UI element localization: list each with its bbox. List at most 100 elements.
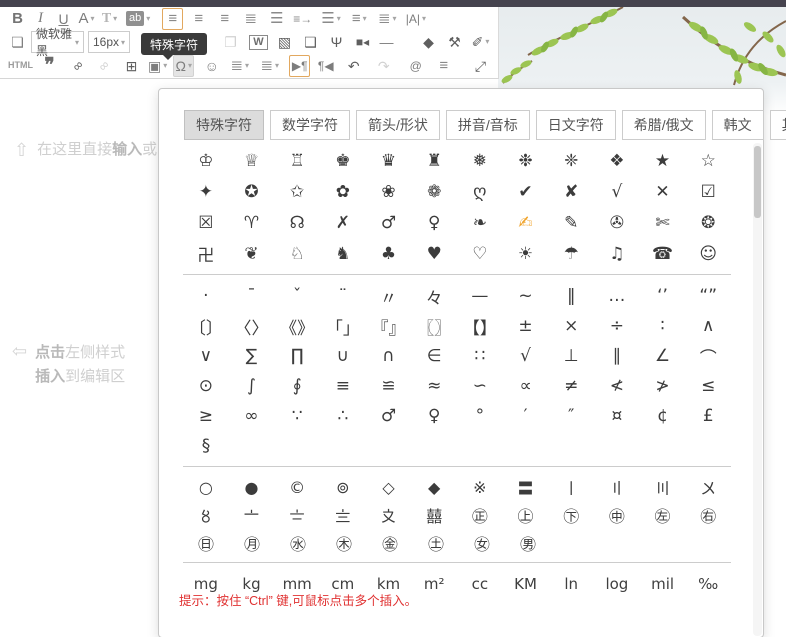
font-family-select[interactable]: 微软雅黑▾ — [31, 31, 84, 53]
char-cell[interactable]: ㊦ — [548, 501, 594, 529]
font-color-button[interactable]: A▾ — [76, 8, 97, 30]
char-cell[interactable]: ♜ — [411, 145, 457, 176]
bold-button[interactable]: B — [7, 8, 28, 30]
char-cell[interactable]: ln — [548, 569, 594, 593]
char-cell[interactable]: ㊧ — [640, 501, 686, 529]
word-import-button[interactable]: W — [248, 31, 269, 53]
char-cell[interactable]: × — [548, 311, 594, 341]
list-style-button[interactable]: ≣▾ — [377, 8, 398, 30]
char-cell[interactable]: 《》 — [274, 311, 320, 341]
char-cell[interactable]: ● — [229, 473, 275, 501]
paragraph-spacing-button[interactable]: ≡▾ — [349, 8, 370, 30]
char-cell[interactable]: ❦ — [229, 238, 275, 269]
char-cell[interactable]: ◇ — [366, 473, 412, 501]
char-cell[interactable]: ✇ — [594, 207, 640, 238]
char-cell[interactable]: ∮ — [274, 371, 320, 401]
char-cell[interactable]: ❧ — [457, 207, 503, 238]
char-cell[interactable]: ∪ — [320, 341, 366, 371]
char-cell[interactable]: ± — [503, 311, 549, 341]
char-cell[interactable]: ㊤ — [503, 501, 549, 529]
char-cell[interactable]: 〨 — [320, 501, 366, 529]
char-cell[interactable]: ∞ — [229, 401, 275, 431]
char-cell[interactable]: ㊛ — [459, 529, 505, 557]
char-cell[interactable]: mil — [640, 569, 686, 593]
paste-button[interactable]: ❐ — [220, 31, 241, 53]
char-cell[interactable]: 〢 — [594, 473, 640, 501]
char-cell[interactable]: ∑ — [229, 341, 275, 371]
summary-button[interactable]: ≡ — [433, 55, 454, 77]
char-cell[interactable]: 〦 — [229, 501, 275, 529]
char-cell[interactable]: ∷ — [457, 341, 503, 371]
text-style-button[interactable]: T▾ — [99, 8, 120, 30]
source-code-button[interactable]: HTML — [7, 55, 34, 77]
char-cell[interactable]: √ — [503, 341, 549, 371]
char-cell[interactable]: 〣 — [640, 473, 686, 501]
char-cell[interactable]: “” — [685, 281, 731, 311]
enter-tag-button[interactable]: ▶¶ — [289, 55, 310, 77]
fullscreen-button[interactable]: ⤢ — [470, 55, 491, 77]
char-cell[interactable]: ☆ — [685, 145, 731, 176]
align-right-button[interactable]: ≡ — [214, 8, 235, 30]
unlink-button[interactable]: ∞ — [93, 55, 114, 77]
char-cell[interactable]: ❀ — [366, 176, 412, 207]
char-cell[interactable]: ❅ — [457, 145, 503, 176]
char-cell[interactable]: ∝ — [503, 371, 549, 401]
char-cell[interactable]: · — [183, 281, 229, 311]
char-cell[interactable]: ‰ — [685, 569, 731, 593]
char-cell[interactable]: ✿ — [320, 176, 366, 207]
ordered-list-button[interactable]: ≣▾ — [259, 55, 280, 77]
char-cell[interactable]: ㊨ — [685, 501, 731, 529]
table-button[interactable]: ⊞ — [121, 55, 142, 77]
char-cell[interactable]: ☂ — [548, 238, 594, 269]
dialog-tab-数学字符[interactable]: 数学字符 — [270, 110, 350, 140]
image-button[interactable]: ▧ — [274, 31, 295, 53]
char-cell[interactable]: ❁ — [411, 176, 457, 207]
char-cell[interactable]: ㊊ — [229, 529, 275, 557]
char-cell[interactable]: 〤 — [685, 473, 731, 501]
char-cell[interactable]: 〩 — [366, 501, 412, 529]
char-cell[interactable]: ∥ — [594, 341, 640, 371]
char-cell[interactable]: cc — [457, 569, 503, 593]
char-cell[interactable]: ≌ — [366, 371, 412, 401]
undo-button[interactable]: ↶ — [343, 55, 364, 77]
char-cell[interactable]: ❂ — [685, 207, 731, 238]
char-cell[interactable]: ∶ — [640, 311, 686, 341]
char-cell[interactable]: 〡 — [548, 473, 594, 501]
char-cell[interactable]: ❉ — [503, 145, 549, 176]
emoji-button[interactable]: ☺ — [201, 55, 222, 77]
char-cell[interactable]: m² — [411, 569, 457, 593]
char-cell[interactable]: ∧ — [685, 311, 731, 341]
char-cell[interactable]: ✩ — [274, 176, 320, 207]
char-cell[interactable]: 〓 — [503, 473, 549, 501]
char-cell[interactable]: ㊍ — [321, 529, 367, 557]
char-cell[interactable]: ♘ — [274, 238, 320, 269]
char-cell[interactable]: ♂ — [366, 207, 412, 238]
redo-button[interactable]: ↷ — [373, 55, 394, 77]
char-cell[interactable]: ♫ — [594, 238, 640, 269]
char-cell[interactable]: 「」 — [320, 311, 366, 341]
char-cell[interactable]: ∠ — [640, 341, 686, 371]
char-cell[interactable]: ♛ — [366, 145, 412, 176]
char-cell[interactable]: ♞ — [320, 238, 366, 269]
char-cell[interactable]: 々 — [411, 281, 457, 311]
video-button[interactable]: ■◂ — [352, 31, 373, 53]
char-cell[interactable]: ㊚ — [505, 529, 551, 557]
char-cell[interactable]: ≈ — [411, 371, 457, 401]
char-cell[interactable]: ‖ — [548, 281, 594, 311]
new-document-button[interactable]: ❏ — [7, 31, 28, 53]
char-cell[interactable]: … — [594, 281, 640, 311]
indent-button[interactable]: ≡→ — [292, 8, 313, 30]
format-brush-button[interactable]: ⚒ — [444, 31, 465, 53]
char-cell[interactable]: ✦ — [183, 176, 229, 207]
char-cell[interactable]: ㊏ — [413, 529, 459, 557]
char-cell[interactable]: ◆ — [411, 473, 457, 501]
char-cell[interactable]: ≯ — [640, 371, 686, 401]
dialog-tab-日文字符[interactable]: 日文字符 — [536, 110, 616, 140]
align-left-button[interactable]: ≡ — [162, 8, 183, 30]
char-cell[interactable]: ≥ — [183, 401, 229, 431]
line-height-button[interactable]: ☰▾ — [320, 8, 341, 30]
char-cell[interactable]: 囍 — [411, 501, 457, 529]
align-center-button[interactable]: ≡ — [188, 8, 209, 30]
char-cell[interactable]: ♕ — [229, 145, 275, 176]
microphone-button[interactable]: Ψ — [326, 31, 347, 53]
